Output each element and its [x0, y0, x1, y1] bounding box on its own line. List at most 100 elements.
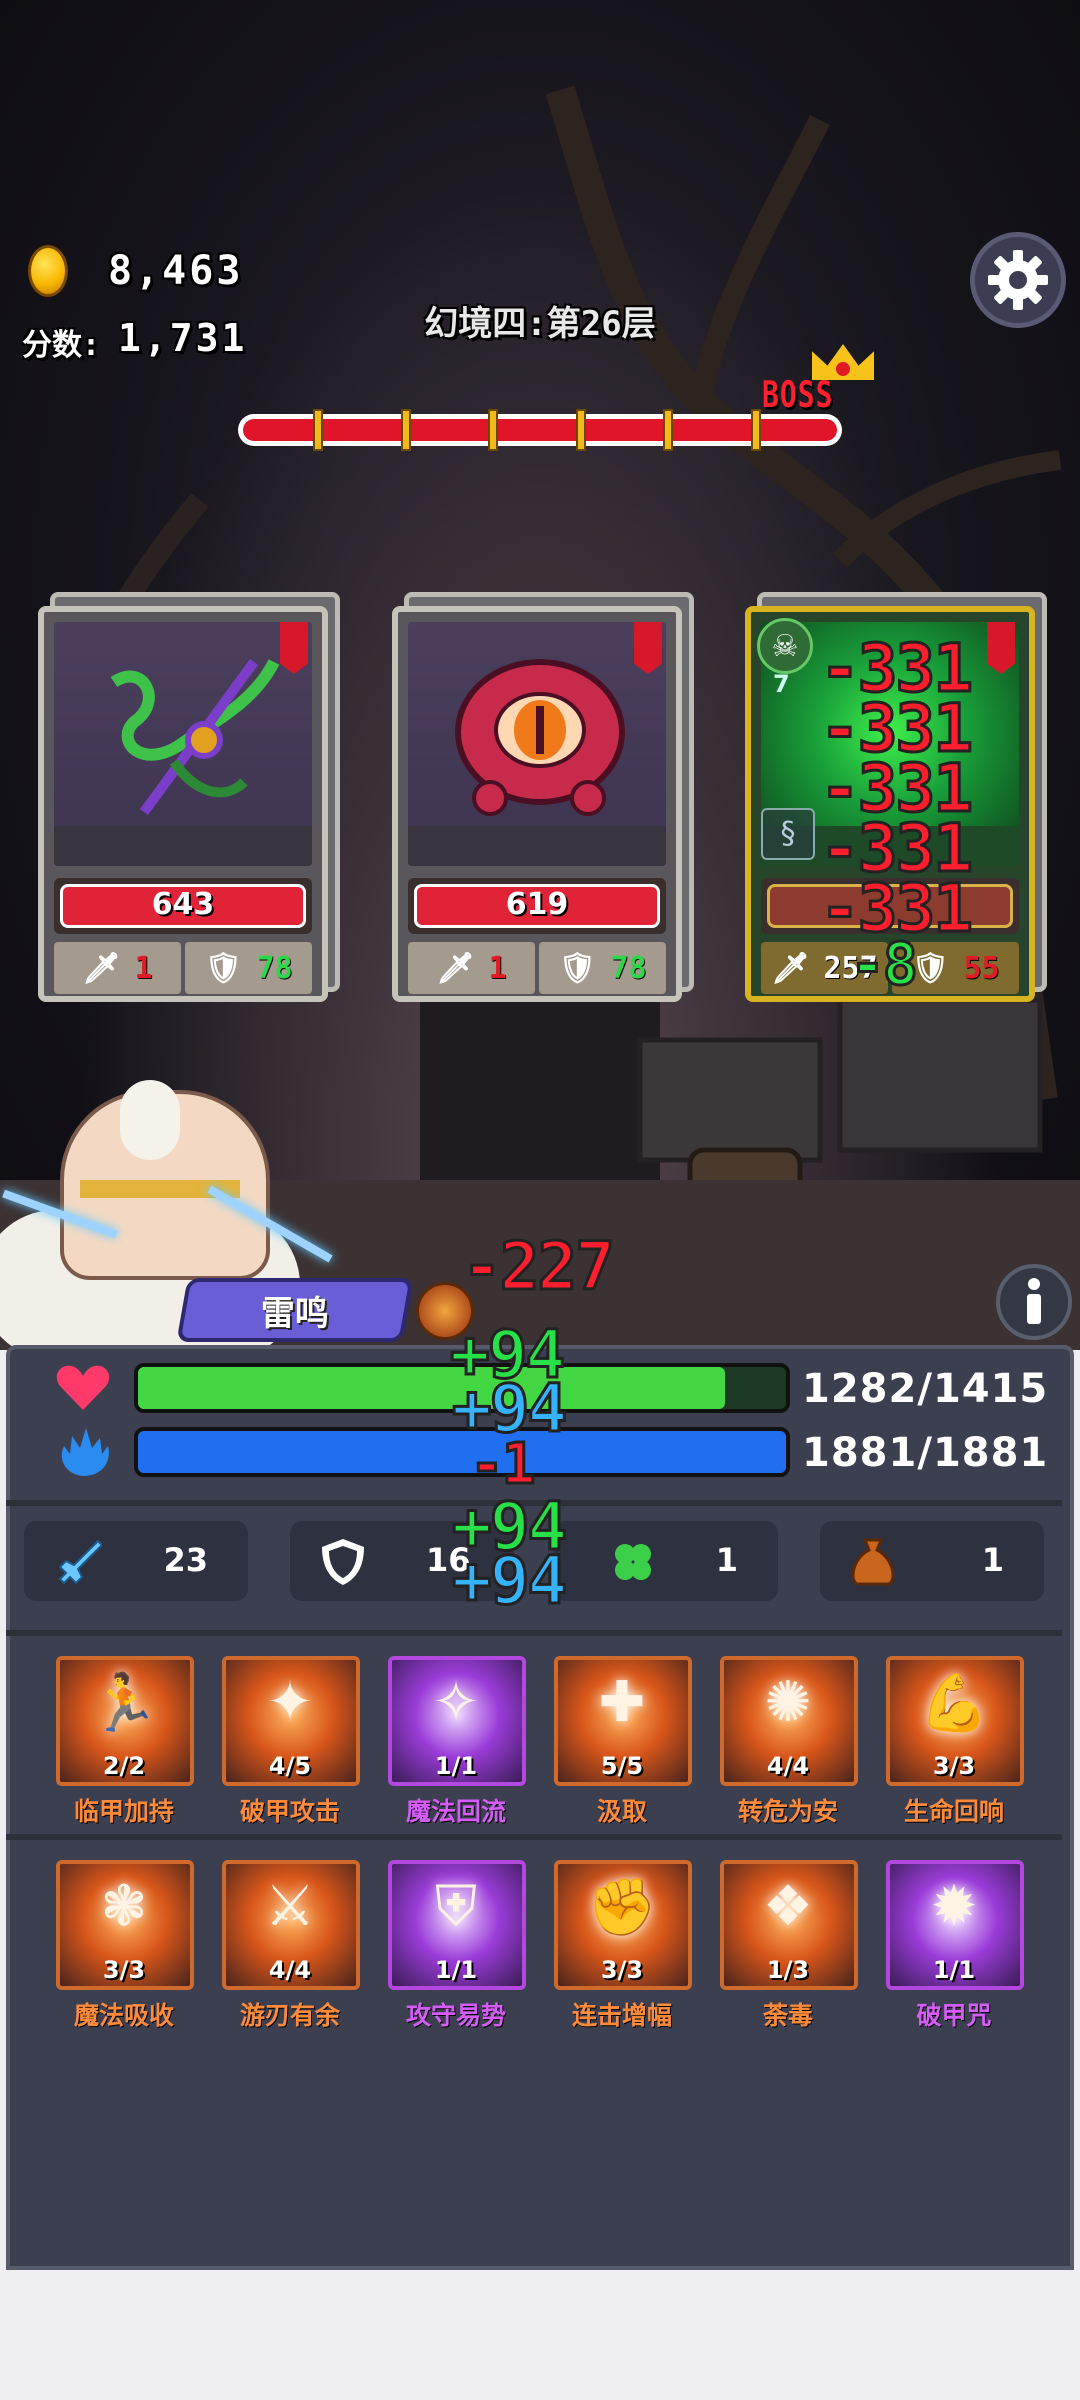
- gold-amount: 8,463: [108, 248, 244, 294]
- skill-count: 1/3: [766, 1956, 810, 1984]
- shield-icon: 🛡: [204, 950, 243, 986]
- hero-heal-number: +94: [450, 1541, 568, 1621]
- clover-icon: [606, 1535, 660, 1589]
- hero-damage-number: -227: [461, 1227, 617, 1307]
- skill-name: 游刃有余: [239, 2001, 340, 2030]
- skill-count: 3/3: [600, 1956, 644, 1984]
- heart-icon: [56, 1365, 110, 1410]
- attack-value: 23: [163, 1541, 208, 1579]
- skill-name: 荼毒: [762, 2001, 813, 2030]
- red-eye-monster: [408, 622, 666, 866]
- skill-count: 4/4: [766, 1752, 810, 1780]
- eye-monster-art: [455, 659, 625, 816]
- skill-icon: ⛨: [435, 1874, 477, 1939]
- enemy-attack: 1: [134, 950, 153, 986]
- progress-marker: [313, 409, 323, 451]
- vine-monster-art: [110, 659, 280, 815]
- enemy-hp: 643: [60, 884, 306, 928]
- progress-marker: [576, 409, 586, 451]
- progress-marker: [488, 409, 498, 451]
- skill-count: 1/1: [932, 1956, 976, 1984]
- shield-icon: 🛡: [558, 950, 597, 986]
- enemy-defense: 55: [963, 950, 1000, 986]
- shield-icon: [316, 1535, 370, 1589]
- skill-icon: ✊: [587, 1875, 657, 1940]
- hero-name: 雷鸣: [261, 1293, 329, 1334]
- skill-2[interactable]: ✦ 4/5 破甲攻击: [220, 1656, 360, 1826]
- skill-name: 连击增幅: [571, 2001, 672, 2030]
- sword-icon: [50, 1535, 104, 1589]
- thorn-vine-monster: [54, 622, 312, 866]
- shield-icon: 🛡: [911, 950, 950, 986]
- skill-icon: ✧: [432, 1670, 480, 1735]
- enemy-type-tag: [280, 622, 308, 674]
- sword-icon: 🗡: [82, 950, 121, 986]
- enemy-card-1[interactable]: 643 🗡 1 🛡 78: [38, 592, 340, 1002]
- skill-count: 1/1: [434, 1956, 478, 1984]
- stat-bag: 1: [820, 1521, 1044, 1601]
- money-bag-icon: [846, 1535, 900, 1589]
- skill-4[interactable]: ✚ 5/5 汲取: [552, 1656, 692, 1826]
- skill-count: 4/5: [268, 1752, 312, 1780]
- enemy-defense: 78: [256, 950, 293, 986]
- info-icon: [1027, 1278, 1041, 1324]
- skill-icon: ✦: [266, 1670, 314, 1735]
- skill-icon: ✚: [598, 1670, 646, 1735]
- enemy-type-tag: [987, 622, 1015, 674]
- floor-progress-bar: [238, 409, 842, 451]
- skill-3[interactable]: ✧ 1/1 魔法回流: [386, 1656, 526, 1826]
- skill-count: 2/2: [102, 1752, 146, 1780]
- skill-count: 4/4: [268, 1956, 312, 1984]
- skill-count: 3/3: [932, 1752, 976, 1780]
- skill-icon: ❖: [762, 1874, 814, 1939]
- luck-value: 1: [715, 1541, 738, 1579]
- poison-stack-count: 7: [773, 670, 790, 698]
- skill-name: 魔法吸收: [73, 2001, 174, 2030]
- skill-icon: ✹: [930, 1874, 978, 1939]
- bag-value: 1: [981, 1541, 1004, 1579]
- skill-name: 破甲咒: [916, 2001, 992, 2030]
- info-button[interactable]: [996, 1264, 1072, 1340]
- skill-icon: ⚔: [264, 1874, 316, 1939]
- floor-title: 幻境四:第26层: [424, 304, 656, 344]
- enemy-attack: 1: [488, 950, 507, 986]
- skill-7[interactable]: ❃ 3/3 魔法吸收: [54, 1860, 194, 2030]
- floor-progress-fill: [243, 409, 837, 451]
- poison-number: -8: [849, 929, 920, 1000]
- skill-name: 汲取: [596, 1797, 647, 1826]
- boss-label: BOSS: [762, 373, 834, 416]
- skill-count: 5/5: [600, 1752, 644, 1780]
- skill-count: 3/3: [102, 1956, 146, 1984]
- skill-12[interactable]: ✹ 1/1 破甲咒: [884, 1860, 1024, 2030]
- skill-icon: ❃: [100, 1874, 148, 1939]
- progress-marker: [751, 409, 761, 451]
- skill-name: 魔法回流: [405, 1797, 506, 1826]
- snake-icon: §: [761, 808, 815, 860]
- skill-name: 临甲加持: [73, 1797, 174, 1826]
- sword-icon: 🗡: [771, 950, 810, 986]
- skill-5[interactable]: ✺ 4/4 转危为安: [718, 1656, 858, 1826]
- skill-8[interactable]: ⚔ 4/4 游刃有余: [220, 1860, 360, 2030]
- enemy-card-2[interactable]: 619 🗡 1 🛡 78: [392, 592, 694, 1002]
- progress-marker: [401, 409, 411, 451]
- progress-marker: [663, 409, 673, 451]
- enemy-hp: 619: [414, 884, 660, 928]
- settings-button[interactable]: [970, 232, 1066, 328]
- gear-icon: [988, 250, 1048, 310]
- stat-luck: 1: [554, 1521, 778, 1601]
- hero-hp-fill: [138, 1367, 726, 1409]
- skill-6[interactable]: 💪 3/3 生命回响: [884, 1656, 1024, 1826]
- skill-icon: ✺: [764, 1670, 812, 1735]
- skill-9[interactable]: ⛨ 1/1 攻守易势: [386, 1860, 526, 2030]
- skill-1[interactable]: 🏃 2/2 临甲加持: [54, 1656, 194, 1826]
- skill-icon: 💪: [919, 1671, 989, 1736]
- skill-name: 破甲攻击: [239, 1797, 340, 1826]
- enemy-type-tag: [634, 622, 662, 674]
- skill-icon: 🏃: [89, 1671, 159, 1736]
- skill-name: 转危为安: [737, 1797, 838, 1826]
- mana-flame-icon: [61, 1428, 109, 1476]
- enemy-defense: 78: [610, 950, 647, 986]
- skill-10[interactable]: ✊ 3/3 连击增幅: [552, 1860, 692, 2030]
- skill-11[interactable]: ❖ 1/3 荼毒: [718, 1860, 858, 2030]
- sword-icon: 🗡: [436, 950, 475, 986]
